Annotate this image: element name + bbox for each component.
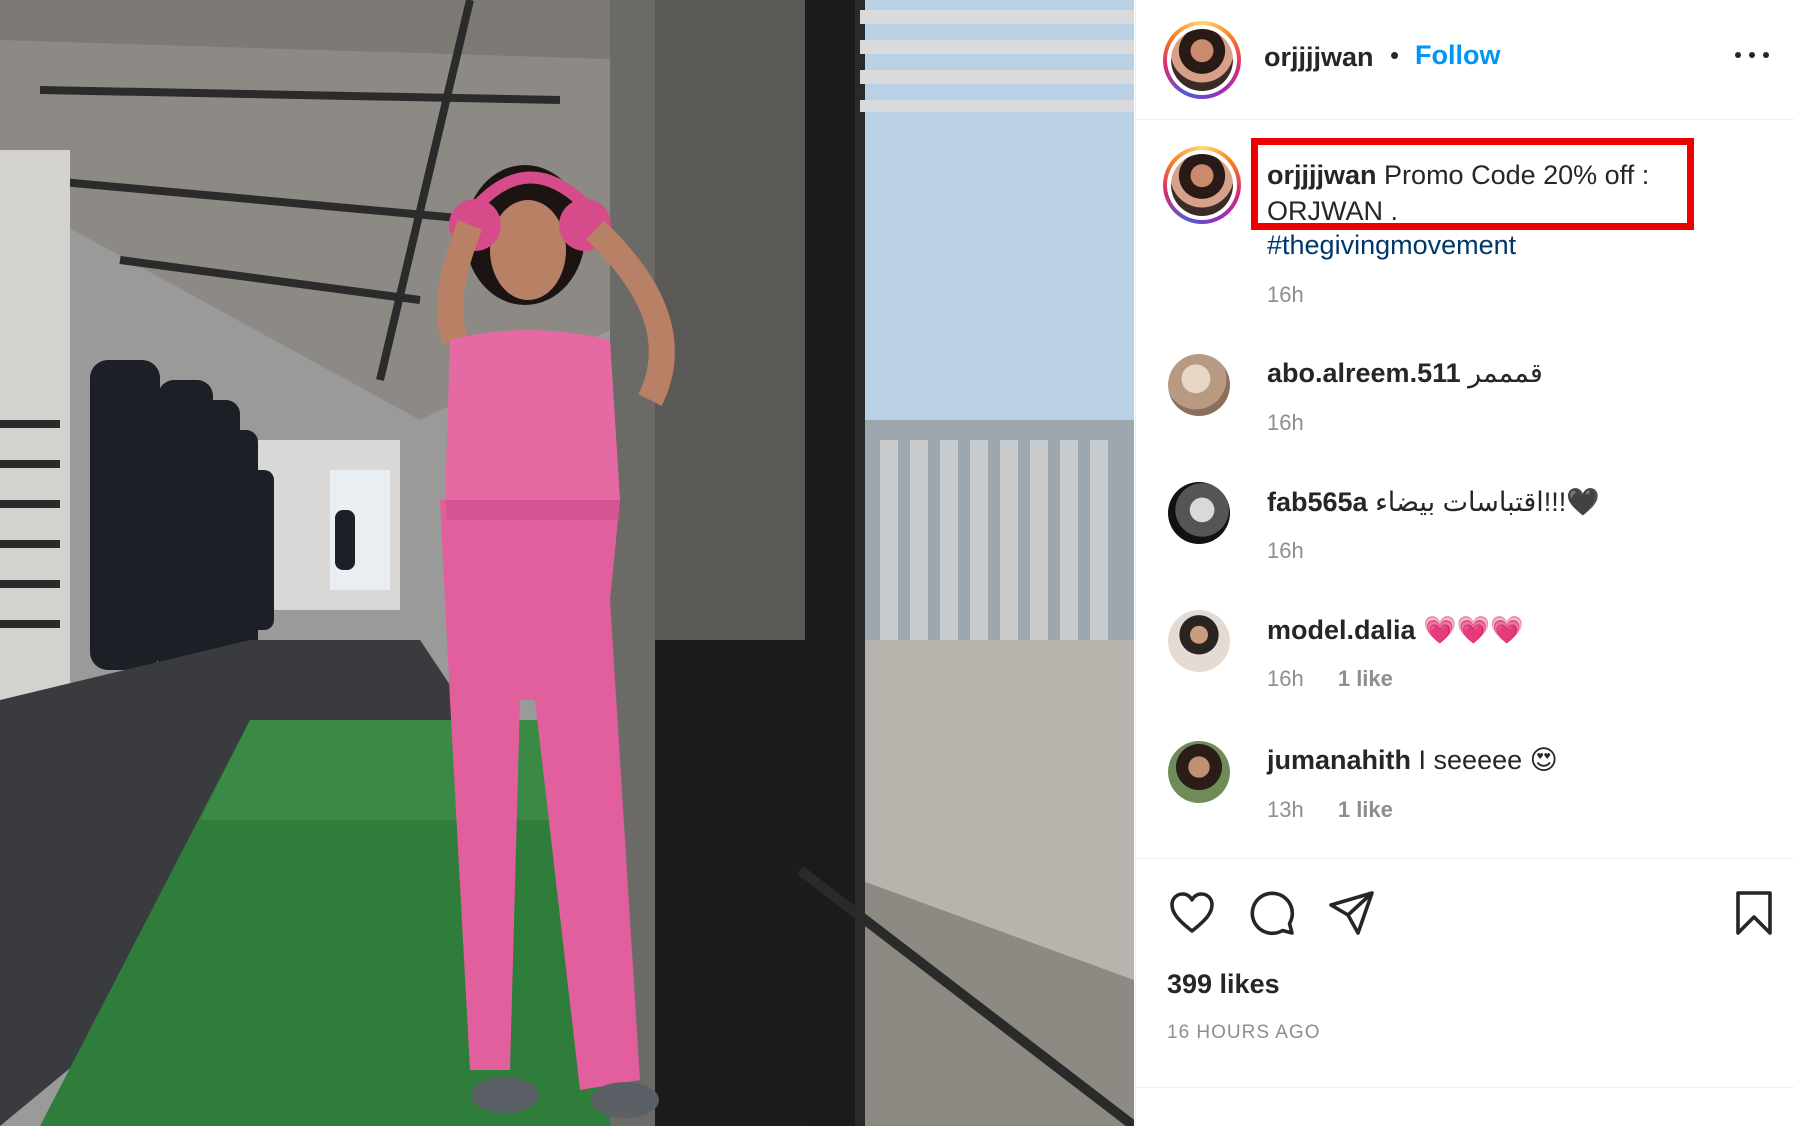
comment-item: fab565a اقتباسات بيضاء!!!🖤 16h bbox=[1136, 482, 1794, 602]
separator-dot: • bbox=[1390, 40, 1400, 70]
comment-time[interactable]: 16h bbox=[1267, 538, 1304, 563]
highlight-box bbox=[1251, 138, 1694, 230]
commenter-avatar[interactable] bbox=[1168, 354, 1230, 416]
comment-time[interactable]: 13h bbox=[1267, 797, 1304, 822]
comment-meta: 16h 1 like bbox=[1267, 666, 1393, 692]
follow-button[interactable]: Follow bbox=[1415, 40, 1500, 71]
paper-plane-icon[interactable] bbox=[1328, 889, 1376, 937]
comment-body: قمممر bbox=[1468, 358, 1543, 388]
comment-item: abo.alreem.511 قمممر 16h bbox=[1136, 354, 1794, 474]
post-time[interactable]: 16 HOURS AGO bbox=[1167, 1022, 1321, 1044]
author-avatar[interactable] bbox=[1163, 21, 1241, 99]
commenter-username[interactable]: fab565a bbox=[1267, 487, 1368, 517]
comment-time[interactable]: 16h bbox=[1267, 410, 1304, 435]
comment-text: abo.alreem.511 قمممر bbox=[1267, 358, 1543, 389]
comment-likes[interactable]: 1 like bbox=[1338, 797, 1393, 822]
author-username[interactable]: orjjjjwan bbox=[1264, 42, 1374, 73]
comment-text: fab565a اقتباسات بيضاء!!!🖤 bbox=[1267, 486, 1600, 518]
caption-avatar[interactable] bbox=[1163, 146, 1241, 224]
comment-likes[interactable]: 1 like bbox=[1338, 666, 1393, 691]
commenter-avatar[interactable] bbox=[1168, 741, 1230, 803]
comment-meta: 16h bbox=[1267, 538, 1304, 564]
commenter-avatar[interactable] bbox=[1168, 610, 1230, 672]
comment-text: jumanahith I seeeee 😍 bbox=[1267, 745, 1558, 776]
comment-item: model.dalia 💗💗💗 16h 1 like bbox=[1136, 610, 1794, 730]
comment-body: اقتباسات بيضاء!!!🖤 bbox=[1375, 487, 1600, 517]
caption-time[interactable]: 16h bbox=[1267, 282, 1304, 308]
comment-meta: 16h bbox=[1267, 410, 1304, 436]
post-photo[interactable] bbox=[0, 0, 1134, 1126]
commenter-avatar[interactable] bbox=[1168, 482, 1230, 544]
bookmark-icon[interactable] bbox=[1730, 889, 1778, 937]
comment-text: model.dalia 💗💗💗 bbox=[1267, 614, 1524, 646]
comment-item: jumanahith I seeeee 😍 13h 1 like bbox=[1136, 741, 1794, 861]
post-side-panel: orjjjjwan • Follow orjjjjwan Promo Code … bbox=[1135, 0, 1794, 1126]
comment-icon[interactable] bbox=[1248, 889, 1296, 937]
commenter-username[interactable]: jumanahith bbox=[1267, 745, 1411, 775]
caption-hashtag[interactable]: #thegivingmovement bbox=[1267, 230, 1516, 261]
post-header: orjjjjwan • Follow bbox=[1136, 0, 1794, 120]
action-bar: 399 likes 16 HOURS AGO bbox=[1136, 858, 1794, 1127]
comments-list[interactable]: orjjjjwan Promo Code 20% off : ORJWAN . … bbox=[1136, 120, 1794, 858]
gym-photo-illustration bbox=[0, 0, 1134, 1126]
comment-body: I seeeee 😍 bbox=[1418, 745, 1558, 775]
commenter-username[interactable]: model.dalia bbox=[1267, 615, 1416, 645]
heart-icon[interactable] bbox=[1168, 889, 1216, 937]
comment-time[interactable]: 16h bbox=[1267, 666, 1304, 691]
comment-body: 💗💗💗 bbox=[1423, 615, 1524, 645]
divider bbox=[1136, 1087, 1794, 1088]
comment-meta: 13h 1 like bbox=[1267, 797, 1393, 823]
commenter-username[interactable]: abo.alreem.511 bbox=[1267, 358, 1461, 388]
more-options-icon[interactable] bbox=[1735, 50, 1769, 60]
likes-count[interactable]: 399 likes bbox=[1167, 969, 1280, 1000]
